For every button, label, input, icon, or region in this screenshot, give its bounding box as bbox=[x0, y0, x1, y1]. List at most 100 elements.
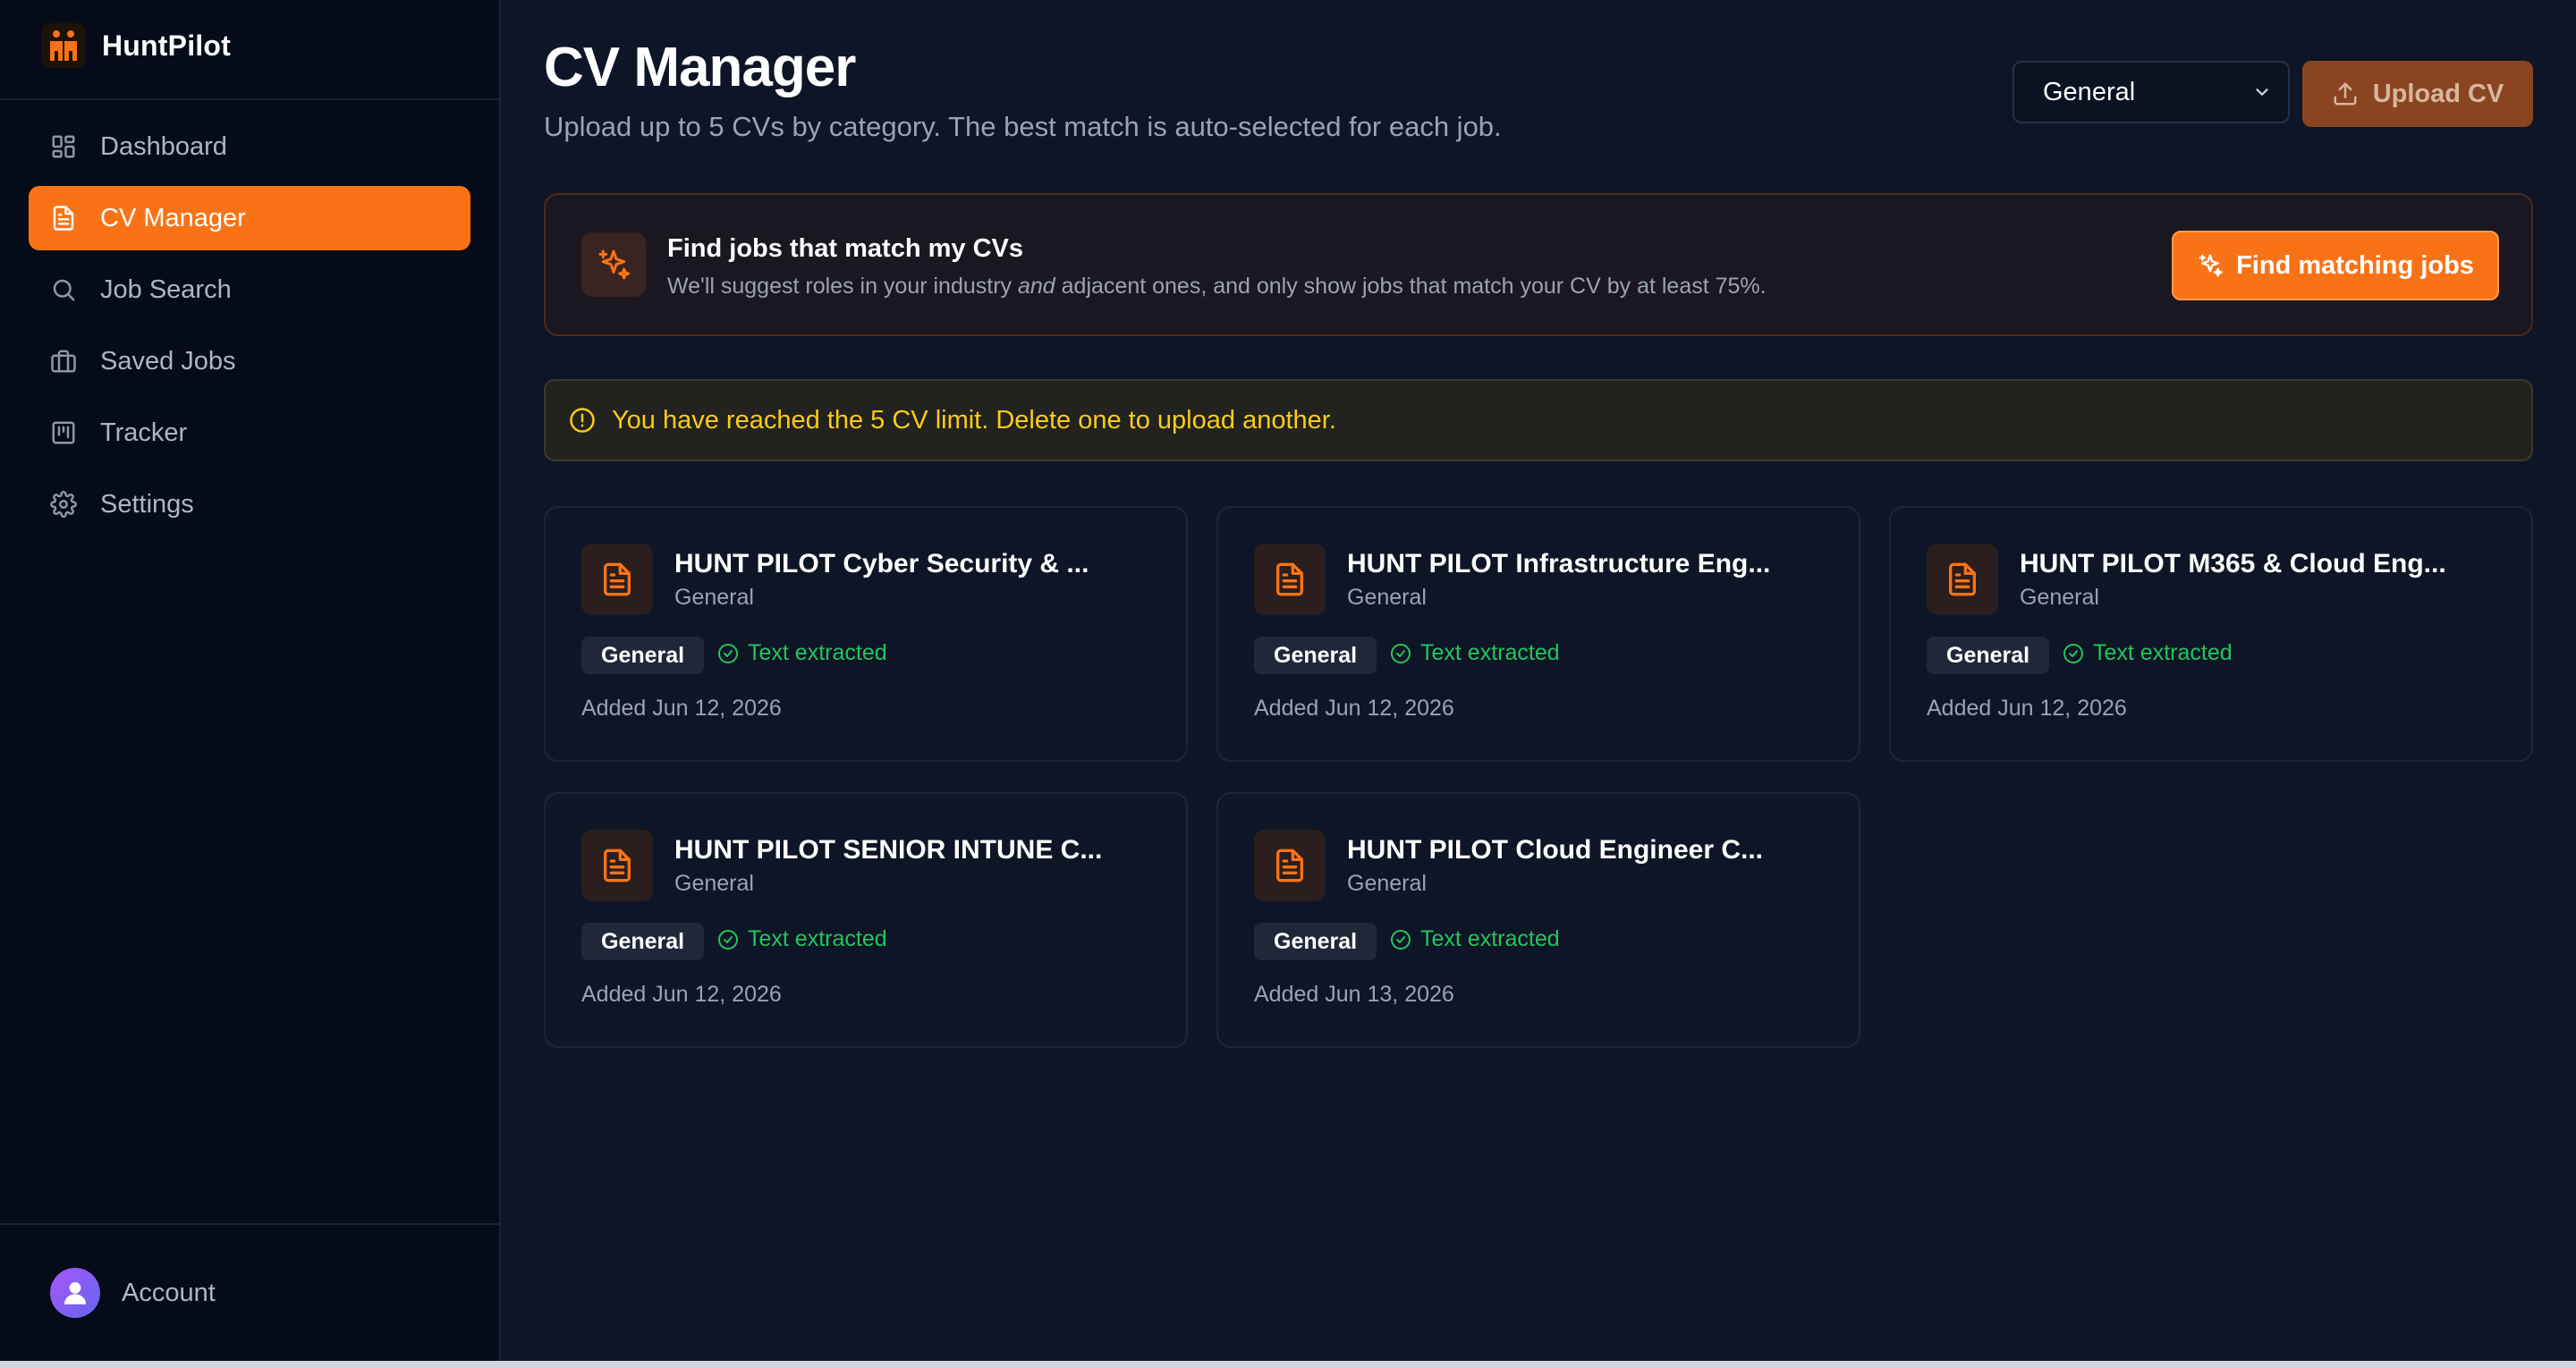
sidebar-item-label: Tracker bbox=[100, 418, 188, 447]
upload-cv-label: Upload CV bbox=[2372, 79, 2504, 108]
user-icon bbox=[64, 1281, 87, 1305]
sidebar-nav: Dashboard CV Manager Job Search Saved Jo… bbox=[29, 114, 470, 544]
sparkles-icon bbox=[598, 249, 631, 280]
match-desc-emphasis: and bbox=[1017, 274, 1055, 299]
sidebar-item-saved-jobs[interactable]: Saved Jobs bbox=[29, 329, 470, 393]
check-circle-icon bbox=[1391, 643, 1411, 663]
avatar bbox=[50, 1268, 100, 1318]
cv-file-icon-box bbox=[581, 830, 653, 901]
sparkles-icon bbox=[2199, 254, 2223, 277]
huntpilot-logo-icon bbox=[41, 23, 86, 68]
upload-icon bbox=[2334, 82, 2357, 106]
cv-file-icon-box bbox=[581, 544, 653, 615]
sidebar-item-tracker[interactable]: Tracker bbox=[29, 401, 470, 465]
match-panel-description: We'll suggest roles in your industry and… bbox=[667, 274, 1767, 300]
cv-added-date: Added Jun 12, 2026 bbox=[581, 696, 782, 721]
dashboard-icon bbox=[52, 135, 75, 158]
cv-status: Text extracted bbox=[1390, 640, 1560, 666]
file-text-icon bbox=[604, 849, 631, 882]
sidebar-item-dashboard[interactable]: Dashboard bbox=[29, 114, 470, 179]
cv-card[interactable]: HUNT PILOT SENIOR INTUNE C... General Ge… bbox=[544, 792, 1188, 1048]
category-badge: General bbox=[1254, 637, 1377, 674]
cv-status-label: Text extracted bbox=[1420, 640, 1560, 665]
cv-category: General bbox=[2020, 585, 2099, 610]
sidebar-item-settings[interactable]: Settings bbox=[29, 472, 470, 536]
sidebar: HuntPilot Dashboard CV Manager Job Searc… bbox=[0, 0, 501, 1361]
cv-status-label: Text extracted bbox=[748, 640, 887, 665]
find-matching-jobs-button[interactable]: Find matching jobs bbox=[2172, 231, 2499, 300]
category-select[interactable]: General bbox=[2012, 61, 2290, 123]
cv-status-label: Text extracted bbox=[1420, 926, 1560, 951]
app-name: HuntPilot bbox=[102, 29, 231, 62]
window-bottom-edge bbox=[0, 1361, 2576, 1368]
cv-category: General bbox=[1347, 585, 1427, 610]
match-icon-box bbox=[581, 232, 646, 297]
sidebar-item-label: Dashboard bbox=[100, 131, 227, 161]
sidebar-item-job-search[interactable]: Job Search bbox=[29, 258, 470, 322]
page-subtitle: Upload up to 5 CVs by category. The best… bbox=[544, 111, 1502, 142]
cv-status-label: Text extracted bbox=[2093, 640, 2233, 665]
brand[interactable]: HuntPilot bbox=[41, 23, 231, 68]
find-matching-jobs-label: Find matching jobs bbox=[2236, 250, 2474, 280]
account-menu[interactable]: Account bbox=[50, 1268, 216, 1318]
cv-file-icon-box bbox=[1254, 830, 1326, 901]
cv-card[interactable]: HUNT PILOT M365 & Cloud Eng... General G… bbox=[1889, 506, 2533, 762]
upload-cv-button[interactable]: Upload CV bbox=[2302, 61, 2533, 127]
category-badge: General bbox=[1254, 923, 1377, 960]
alert-circle-icon bbox=[570, 408, 595, 433]
match-desc-part: We'll suggest roles in your industry bbox=[667, 274, 1018, 299]
cv-card[interactable]: HUNT PILOT Cloud Engineer C... General G… bbox=[1216, 792, 1860, 1048]
sidebar-item-label: Saved Jobs bbox=[100, 346, 236, 376]
kanban-icon bbox=[52, 421, 75, 444]
cv-name: HUNT PILOT SENIOR INTUNE C... bbox=[674, 835, 1103, 865]
file-text-icon bbox=[1276, 849, 1303, 882]
cv-card[interactable]: HUNT PILOT Infrastructure Eng... General… bbox=[1216, 506, 1860, 762]
cv-file-icon-box bbox=[1254, 544, 1326, 615]
cv-status: Text extracted bbox=[717, 926, 887, 952]
check-circle-icon bbox=[1391, 929, 1411, 950]
sidebar-item-label: Settings bbox=[100, 489, 194, 519]
cv-added-date: Added Jun 12, 2026 bbox=[1927, 696, 2127, 721]
page-title: CV Manager bbox=[544, 37, 856, 98]
sidebar-item-cv-manager[interactable]: CV Manager bbox=[29, 186, 470, 250]
category-badge: General bbox=[1927, 637, 2050, 674]
cv-status: Text extracted bbox=[2063, 640, 2233, 666]
gear-icon bbox=[50, 491, 77, 518]
cv-file-icon-box bbox=[1927, 544, 1998, 615]
file-text-icon bbox=[1949, 562, 1976, 596]
chevron-down-icon bbox=[2256, 89, 2268, 96]
cv-status: Text extracted bbox=[1390, 926, 1560, 952]
cv-category: General bbox=[674, 585, 754, 610]
cv-added-date: Added Jun 12, 2026 bbox=[581, 982, 782, 1007]
cv-category: General bbox=[674, 871, 754, 896]
check-circle-icon bbox=[718, 929, 738, 950]
sidebar-item-label: Job Search bbox=[100, 274, 232, 304]
main-content: CV Manager Upload up to 5 CVs by categor… bbox=[501, 0, 2576, 1361]
match-panel-title: Find jobs that match my CVs bbox=[667, 234, 1023, 263]
check-circle-icon bbox=[2063, 643, 2083, 663]
match-desc-part: adjacent ones, and only show jobs that m… bbox=[1055, 274, 1767, 299]
cv-card[interactable]: HUNT PILOT Cyber Security & ... General … bbox=[544, 506, 1188, 762]
account-label: Account bbox=[122, 1278, 216, 1307]
check-circle-icon bbox=[718, 643, 738, 663]
cv-status-label: Text extracted bbox=[748, 926, 887, 951]
divider bbox=[0, 1223, 499, 1225]
match-jobs-panel: Find jobs that match my CVs We'll sugges… bbox=[544, 193, 2533, 336]
category-select-value: General bbox=[2043, 77, 2136, 106]
search-icon bbox=[53, 279, 75, 301]
cv-name: HUNT PILOT Infrastructure Eng... bbox=[1347, 549, 1771, 578]
category-badge: General bbox=[581, 637, 705, 674]
alert-text: You have reached the 5 CV limit. Delete … bbox=[612, 405, 1336, 435]
cv-name: HUNT PILOT M365 & Cloud Eng... bbox=[2020, 549, 2446, 578]
briefcase-icon bbox=[51, 350, 76, 373]
file-icon bbox=[53, 206, 74, 231]
cv-category: General bbox=[1347, 871, 1427, 896]
cv-added-date: Added Jun 12, 2026 bbox=[1254, 696, 1454, 721]
cv-status: Text extracted bbox=[717, 640, 887, 666]
sidebar-item-label: CV Manager bbox=[100, 203, 246, 232]
divider bbox=[0, 98, 499, 100]
cv-name: HUNT PILOT Cloud Engineer C... bbox=[1347, 835, 1763, 865]
cv-limit-alert: You have reached the 5 CV limit. Delete … bbox=[544, 379, 2533, 461]
file-text-icon bbox=[1276, 562, 1303, 596]
cv-name: HUNT PILOT Cyber Security & ... bbox=[674, 549, 1089, 578]
